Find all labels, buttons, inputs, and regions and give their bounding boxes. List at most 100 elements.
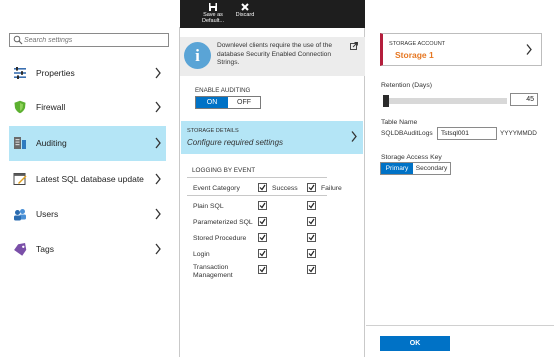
storage-account-label: STORAGE ACCOUNT [389, 41, 446, 47]
save-icon [209, 3, 217, 11]
storage-access-key-toggle: Primary Secondary [380, 162, 451, 175]
search-input[interactable] [24, 34, 164, 46]
check-icon [259, 234, 266, 241]
nav-label-properties: Properties [36, 68, 75, 78]
save-as-label-line2: Default... [201, 18, 224, 24]
retention-slider[interactable] [383, 95, 507, 107]
settings-blade-header [0, 0, 180, 27]
chevron-right-icon [155, 243, 161, 255]
event-name: Login [193, 251, 210, 258]
auditing-icon [14, 137, 26, 149]
info-banner: i Downlevel clients require the use of t… [180, 37, 365, 76]
storage-account-value: Storage 1 [395, 50, 434, 60]
storage-access-key-label: Storage Access Key [381, 154, 442, 161]
chevron-right-icon [526, 44, 532, 55]
properties-icon [14, 67, 26, 79]
event-name: Parameterized SQL [193, 219, 253, 226]
event-name: Transaction Management [193, 264, 233, 279]
success-checkbox[interactable] [258, 217, 267, 226]
success-checkbox[interactable] [258, 233, 267, 242]
retention-slider-thumb[interactable] [383, 95, 389, 107]
storage-details-row[interactable]: STORAGE DETAILS Configure required setti… [181, 121, 363, 154]
enable-auditing-label: ENABLE AUDITING [195, 87, 251, 94]
nav-label-latest-sql-database-update: Latest SQL database update [36, 174, 144, 184]
ok-button[interactable]: OK [380, 336, 450, 351]
failure-checkbox[interactable] [307, 201, 316, 210]
failure-checkbox[interactable] [307, 233, 316, 242]
save-as-default-button[interactable]: Save as Default... [196, 0, 230, 28]
chevron-right-icon [155, 173, 161, 185]
check-icon [259, 250, 266, 257]
check-icon [308, 266, 315, 273]
success-all-checkbox[interactable] [258, 183, 267, 192]
check-icon [308, 218, 315, 225]
search-icon [13, 35, 23, 45]
check-icon [308, 202, 315, 209]
info-icon: i [184, 42, 211, 69]
retention-label: Retention (Days) [381, 82, 432, 89]
nav-item-auditing[interactable]: Auditing [9, 126, 166, 161]
storage-account-selector[interactable]: STORAGE ACCOUNT Storage 1 [380, 33, 542, 66]
footer-divider [366, 325, 554, 326]
storage-details-title: STORAGE DETAILS [187, 128, 239, 134]
chevron-right-icon [155, 67, 161, 79]
event-category-header: Event Category [193, 185, 240, 192]
nav-item-firewall[interactable]: Firewall [9, 90, 166, 125]
nav-label-tags: Tags [36, 244, 54, 254]
check-icon [308, 250, 315, 257]
table-name-suffix: YYYYMMDD [500, 130, 537, 137]
failure-checkbox[interactable] [307, 217, 316, 226]
event-name: Plain SQL [193, 203, 224, 210]
failure-checkbox[interactable] [307, 265, 316, 274]
success-checkbox[interactable] [258, 265, 267, 274]
chevron-right-icon [155, 137, 161, 149]
check-icon [259, 202, 266, 209]
primary-key-option[interactable]: Primary [381, 163, 413, 174]
nav-item-users[interactable]: Users [9, 197, 166, 232]
database-update-icon [13, 173, 27, 185]
enable-auditing-toggle: ON OFF [195, 96, 261, 109]
tag-icon [14, 243, 27, 256]
nav-item-properties[interactable]: Properties [9, 56, 166, 91]
check-icon [308, 184, 315, 191]
nav-item-tags[interactable]: Tags [9, 232, 166, 267]
divider [187, 195, 327, 196]
success-checkbox[interactable] [258, 249, 267, 258]
nav-label-users: Users [36, 209, 59, 219]
check-icon [259, 266, 266, 273]
command-bar: Save as Default... Discard [180, 0, 365, 28]
failure-checkbox[interactable] [307, 249, 316, 258]
auditing-off-option[interactable]: OFF [228, 97, 260, 108]
storage-details-subtitle: Configure required settings [187, 138, 284, 147]
nav-label-auditing: Auditing [36, 138, 67, 148]
check-icon [259, 184, 266, 191]
table-name-input[interactable] [437, 127, 497, 140]
nav-item-latest-sql-database-update[interactable]: Latest SQL database update [9, 162, 166, 197]
nav-label-firewall: Firewall [36, 102, 66, 112]
divider [187, 177, 327, 178]
users-icon [14, 209, 26, 221]
event-name: Stored Procedure [193, 235, 247, 242]
retention-days-input[interactable] [510, 93, 538, 106]
logging-by-event-title: LOGGING BY EVENT [192, 167, 256, 174]
search-settings-box[interactable] [9, 33, 169, 47]
secondary-key-option[interactable]: Secondary [413, 163, 450, 174]
table-name-label: Table Name [381, 119, 418, 126]
chevron-right-icon [351, 131, 357, 142]
discard-button[interactable]: Discard [230, 0, 260, 28]
success-checkbox[interactable] [258, 201, 267, 210]
success-header: Success [272, 185, 298, 192]
check-icon [308, 234, 315, 241]
check-icon [259, 218, 266, 225]
firewall-shield-icon [14, 100, 26, 114]
chevron-right-icon [155, 208, 161, 220]
failure-header: Failure [321, 185, 342, 192]
failure-all-checkbox[interactable] [307, 183, 316, 192]
discard-label: Discard [235, 12, 255, 18]
auditing-on-option[interactable]: ON [196, 97, 228, 108]
discard-x-icon [241, 3, 249, 11]
info-text: Downlevel clients require the use of the… [217, 42, 333, 66]
table-name-prefix: SQLDBAuditLogs [381, 130, 433, 137]
chevron-right-icon [155, 101, 161, 113]
external-link-icon[interactable] [350, 42, 358, 50]
